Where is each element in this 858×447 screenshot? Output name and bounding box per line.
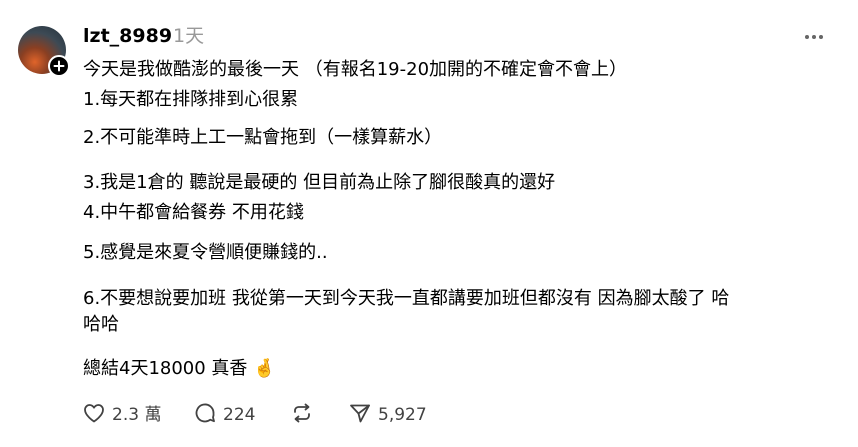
comment-button[interactable]: 224: [193, 402, 255, 428]
comment-count: 224: [223, 405, 256, 425]
heart-icon: [82, 401, 106, 429]
share-button[interactable]: 5,927: [348, 402, 427, 428]
post-line-2: 2.不可能準時上工一點會拖到（一樣算薪水）: [83, 127, 443, 148]
send-icon: [348, 401, 372, 429]
repost-icon: [290, 401, 314, 429]
post-line-5: 5.感覺是來夏令營順便賺錢的..: [83, 242, 328, 263]
post-line-6: 6.不要想說要加班 我從第一天到今天我一直都講要加班但都沒有 因為腳太酸了 哈: [83, 288, 730, 309]
post-timestamp[interactable]: 1天: [173, 23, 204, 49]
share-count: 5,927: [378, 405, 427, 425]
post-line-3: 3.我是1倉的 聽說是最硬的 但目前為止除了腳很酸真的還好: [83, 172, 556, 193]
comment-icon: [193, 401, 217, 429]
more-options-icon[interactable]: [802, 27, 826, 47]
repost-button[interactable]: [290, 402, 314, 428]
post-line-intro: 今天是我做酷澎的最後一天 （有報名19-20加開的不確定會不會上）: [83, 59, 628, 80]
post-line-4: 4.中午都會給餐券 不用花錢: [83, 202, 304, 223]
post-line-summary: 總結4天18000 真香 🤞: [83, 358, 276, 379]
like-count: 2.3 萬: [112, 405, 162, 425]
follow-plus-icon[interactable]: [48, 55, 70, 77]
username-link[interactable]: lzt_8989: [83, 23, 172, 49]
like-button[interactable]: 2.3 萬: [82, 402, 161, 428]
post-line-6-cont: 哈哈: [83, 314, 119, 335]
post-line-1: 1.每天都在排隊排到心很累: [83, 89, 299, 110]
